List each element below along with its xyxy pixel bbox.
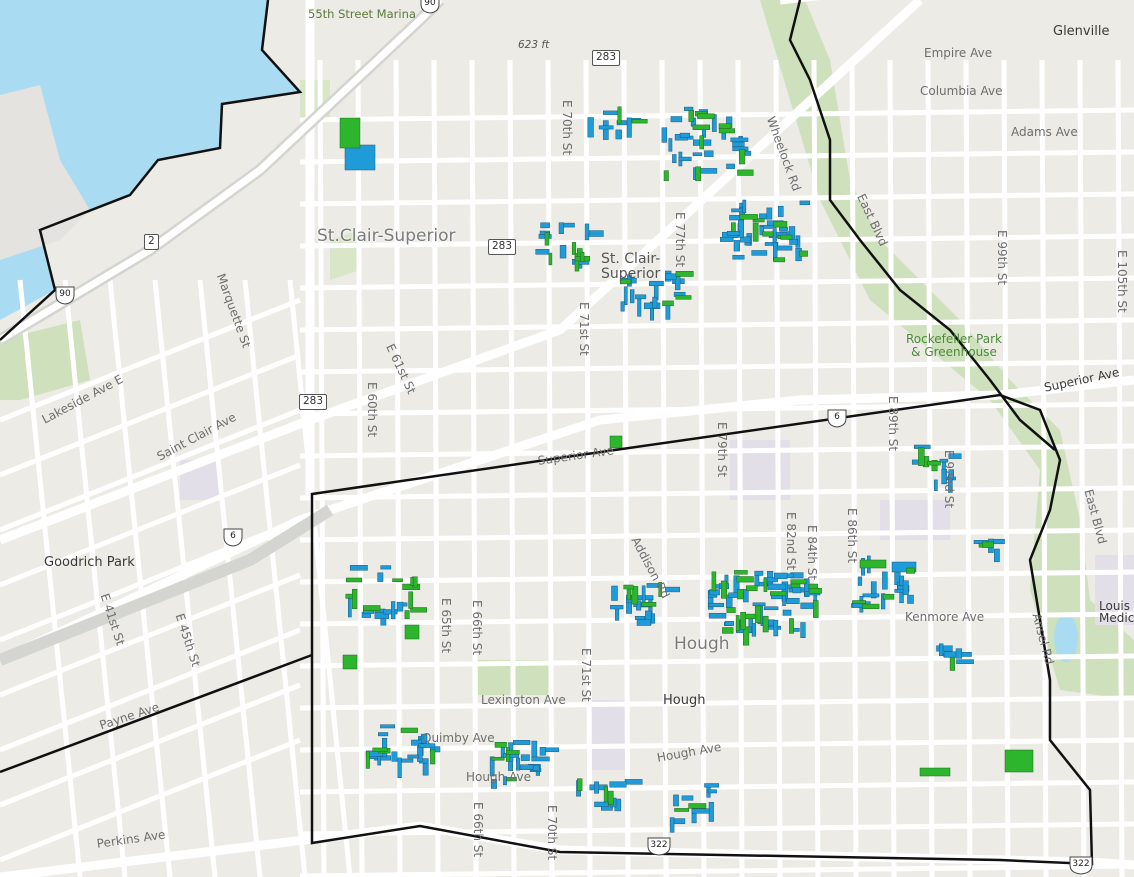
route-283-shield-a: 283 — [592, 50, 621, 66]
hough-neighborhood-label: Hough — [674, 634, 730, 654]
glenville-label: Glenville — [1053, 24, 1110, 39]
e-77th-label: E 77th St — [673, 212, 687, 268]
e-79th-label: E 79th St — [715, 422, 729, 478]
kenmore-ave-label: Kenmore Ave — [905, 610, 985, 624]
e-66th-south-label: E 66th St — [471, 802, 485, 858]
quimby-ave-label: Quimby Ave — [422, 731, 495, 745]
route-2-shield: 2 — [144, 234, 159, 250]
map-view[interactable]: 55th Street Marina 623 ft Glenville Empi… — [0, 0, 1134, 877]
e-84th-label: E 84th St — [805, 525, 819, 581]
e-86th-label: E 86th St — [845, 508, 859, 564]
adams-ave-label: Adams Ave — [1011, 125, 1078, 139]
columbia-ave-label: Columbia Ave — [920, 84, 1003, 98]
i90-shield-top: 90 — [419, 0, 441, 14]
e-66th-label: E 66th St — [470, 600, 484, 656]
hough-small-label: Hough — [663, 693, 706, 708]
marina-label: 55th Street Marina — [308, 7, 416, 21]
hough-ave-west-label: Hough Ave — [466, 770, 531, 784]
e-92nd-label: E 92nd St — [942, 450, 956, 509]
empire-ave-label: Empire Ave — [924, 46, 993, 60]
e-70th-north-label: E 70th St — [560, 100, 574, 156]
e-89th-label: E 89th St — [886, 396, 900, 452]
elevation-label: 623 ft — [518, 39, 550, 51]
e-71st-north-label: E 71st St — [577, 302, 591, 356]
i90-shield-left: 90 — [54, 285, 76, 305]
e-65th-label: E 65th St — [439, 598, 453, 654]
st-clair-superior-label: St.Clair-Superior — [317, 226, 456, 246]
us322-shield-a: 322 — [646, 836, 672, 856]
us6-shield-b: 6 — [826, 408, 848, 428]
us322-shield-b: 322 — [1068, 855, 1094, 875]
e-60th-label: E 60th St — [365, 382, 379, 438]
st-clair-superior-small-label: St. Clair- Superior — [601, 251, 661, 282]
us6-shield-a: 6 — [222, 527, 244, 547]
e-99th-label: E 99th St — [995, 230, 1009, 286]
route-283-shield-b: 283 — [488, 239, 517, 255]
e-105th-label: E 105th St — [1115, 250, 1129, 313]
e-71st-south-label: E 71st St — [579, 648, 593, 702]
lexington-ave-label: Lexington Ave — [481, 693, 566, 707]
e-82nd-label: E 82nd St — [784, 512, 798, 571]
goodrich-park-label: Goodrich Park — [44, 555, 135, 570]
louis-medical-label: Louis Medic — [1099, 599, 1134, 625]
route-283-shield-c: 283 — [299, 394, 328, 410]
rockefeller-park-label: Rockefeller Park & Greenhouse — [906, 332, 1002, 360]
e-70th-south-label: E 70th St — [545, 805, 559, 861]
